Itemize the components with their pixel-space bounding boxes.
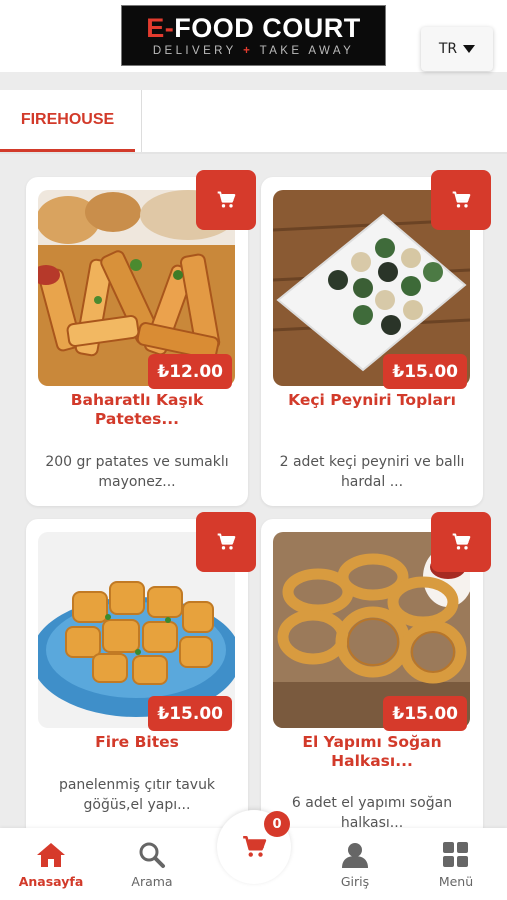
product-name[interactable]: El Yapımı Soğan Halkası... [271, 733, 473, 771]
product-card[interactable]: ₺12.00 Baharatlı Kaşık Patetes... 200 gr… [26, 170, 256, 506]
language-selector[interactable]: TR [421, 27, 493, 71]
e-food-court-logo[interactable]: E-FOOD COURT DELIVERY + TAKE AWAY [121, 5, 386, 66]
nav-login[interactable]: Giriş [315, 840, 395, 889]
nav-search[interactable]: Arama [112, 840, 192, 889]
nav-label: Menü [438, 874, 474, 889]
category-tabs: FIREHOUSE [0, 90, 507, 154]
price-tag: ₺15.00 [148, 696, 232, 731]
user-icon [342, 843, 368, 868]
product-name[interactable]: Fire Bites [36, 733, 238, 752]
nav-menu[interactable]: Menü [416, 840, 496, 889]
product-description: 2 adet keçi peyniri ve ballı hardal ... [279, 454, 465, 490]
app-header: E-FOOD COURT DELIVERY + TAKE AWAY TR [0, 0, 507, 72]
product-description: 6 adet el yapımı soğan halkası... [291, 795, 453, 831]
add-to-cart-button[interactable] [196, 170, 256, 230]
add-to-cart-button[interactable] [431, 512, 491, 572]
tab-firehouse[interactable]: FIREHOUSE [0, 90, 135, 152]
price-tag: ₺15.00 [383, 696, 467, 731]
grid-icon [443, 842, 468, 867]
tab-divider [141, 90, 142, 152]
product-card[interactable]: ₺15.00 Fire Bites panelenmiş çıtır tavuk… [26, 512, 256, 839]
logo-subtitle: DELIVERY + TAKE AWAY [152, 45, 355, 57]
product-card[interactable]: ₺15.00 Keçi Peyniri Topları 2 adet keçi … [261, 170, 491, 506]
logo-title: E-FOOD COURT [146, 13, 361, 43]
nav-label: Anasayfa [18, 874, 84, 889]
cart-icon [452, 533, 471, 550]
search-icon [139, 842, 165, 868]
add-to-cart-button[interactable] [431, 170, 491, 230]
cart-count-badge: 0 [264, 811, 290, 837]
product-description: panelenmiş çıtır tavuk göğüs,el yapı... [58, 777, 216, 813]
price-tag: ₺12.00 [148, 354, 232, 389]
product-card[interactable]: ₺15.00 El Yapımı Soğan Halkası... 6 adet… [261, 512, 491, 839]
price-tag: ₺15.00 [383, 354, 467, 389]
language-label: TR [438, 41, 458, 57]
add-to-cart-button[interactable] [196, 512, 256, 572]
nav-label: Arama [131, 874, 173, 889]
caret-down-icon [463, 45, 476, 53]
cart-icon [243, 835, 267, 857]
product-name[interactable]: Baharatlı Kaşık Patetes... [36, 391, 238, 429]
product-name[interactable]: Keçi Peyniri Topları [271, 391, 473, 410]
nav-label: Giriş [340, 874, 370, 889]
home-icon [37, 843, 65, 867]
product-description: 200 gr patates ve sumaklı mayonez... [45, 454, 229, 490]
cart-icon [217, 533, 236, 550]
cart-icon [217, 191, 236, 208]
cart-icon [452, 191, 471, 208]
nav-home[interactable]: Anasayfa [11, 840, 91, 889]
